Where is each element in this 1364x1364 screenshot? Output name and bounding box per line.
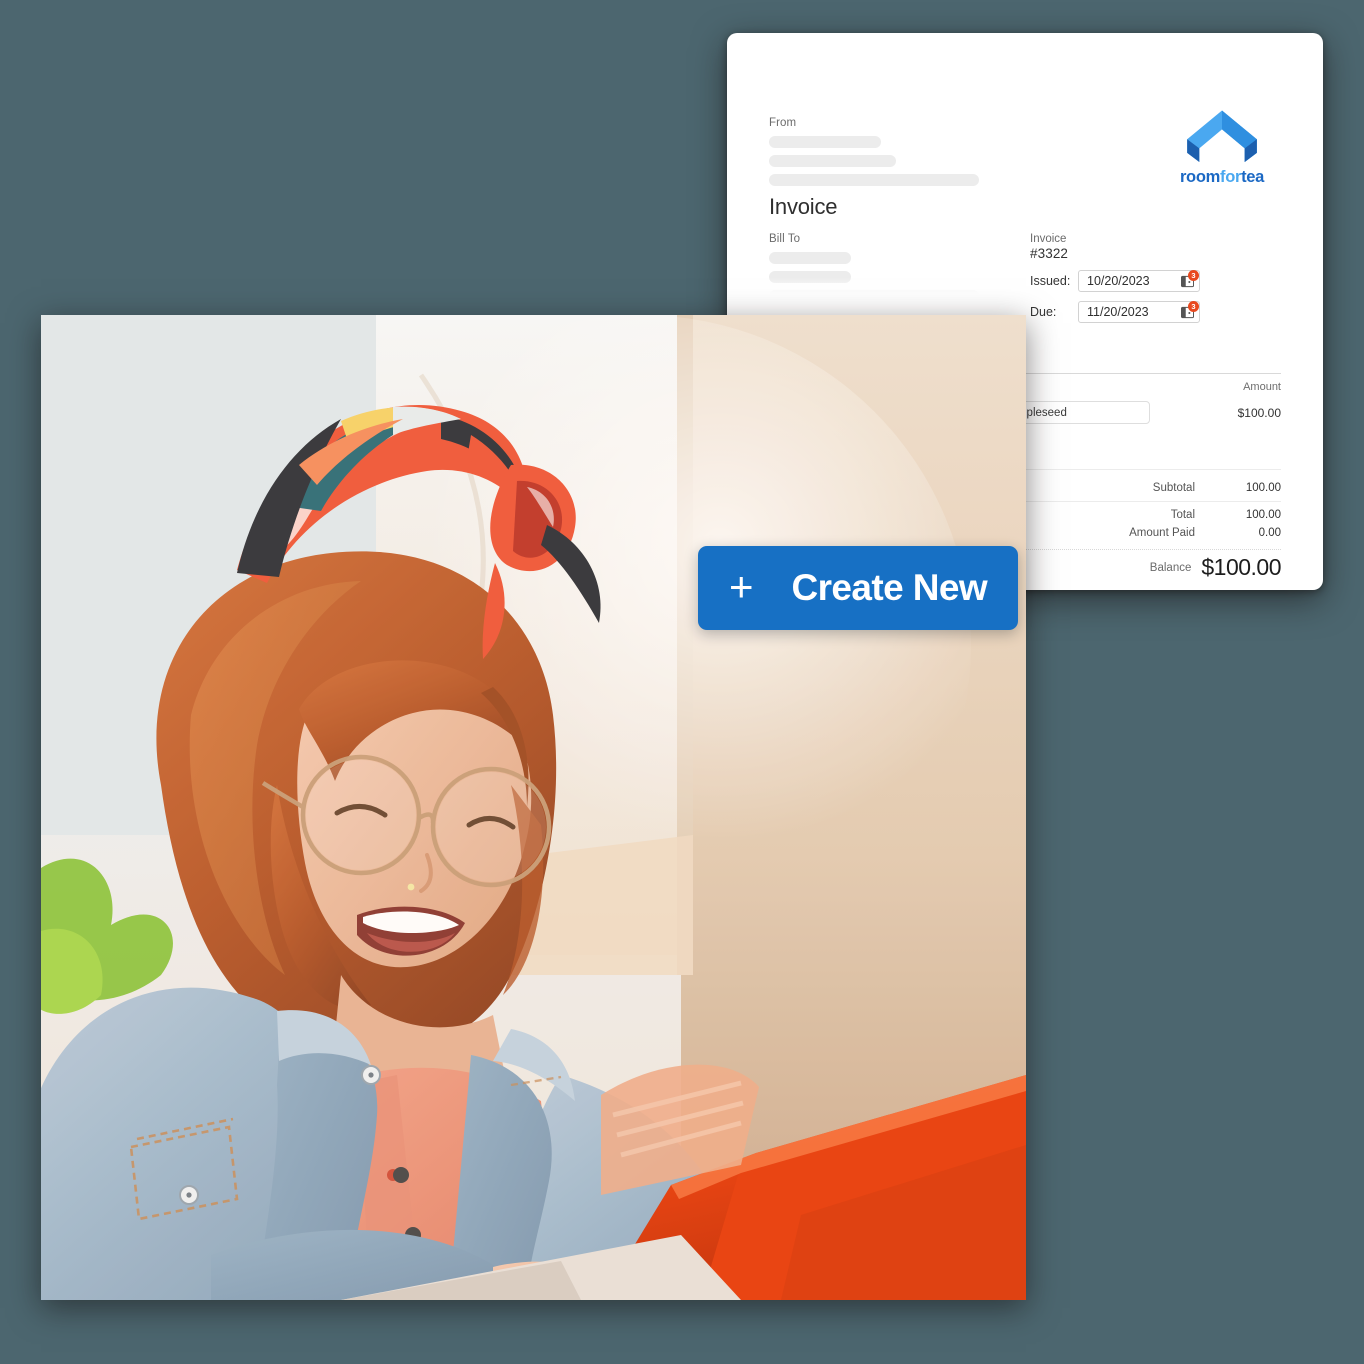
column-header-amount: Amount — [1243, 381, 1281, 393]
totals-block: Subtotal 100.00 Total 100.00 Amount Paid… — [1023, 479, 1281, 581]
balance-divider — [1023, 549, 1281, 550]
issued-date-input[interactable]: 10/20/2023 3 — [1078, 270, 1200, 292]
amount-paid-value: 0.00 — [1258, 527, 1281, 539]
balance-row: Balance $100.00 — [1023, 554, 1282, 581]
total-label: Total — [1170, 509, 1195, 521]
line-item-amount: $100.00 — [1237, 405, 1281, 420]
amount-paid-row: Amount Paid 0.00 — [1023, 524, 1281, 542]
invoice-meta: Invoice #3322 Issued: 10/20/2023 3 Due: … — [1030, 233, 1280, 323]
from-placeholder-line — [769, 174, 979, 186]
from-block: From — [769, 117, 979, 186]
brand-word-room: room — [1179, 168, 1220, 186]
due-date-input[interactable]: 11/20/2023 3 — [1078, 301, 1200, 323]
brand-word-tea: tea — [1241, 168, 1265, 186]
issued-date-row: Issued: 10/20/2023 3 — [1030, 270, 1280, 292]
subtotal-row: Subtotal 100.00 — [1023, 479, 1281, 497]
hero-photo — [41, 315, 1026, 1300]
due-label: Due: — [1030, 305, 1057, 319]
brand-logo: roomfortea — [1163, 109, 1281, 186]
total-value: 100.00 — [1245, 509, 1281, 521]
due-date-value: 11/20/2023 — [1087, 305, 1149, 319]
hero-photo-illustration — [41, 315, 1026, 1300]
bill-to-placeholder-line — [769, 252, 851, 264]
total-row: Total 100.00 — [1023, 506, 1281, 524]
invoice-number-value: #3322 — [1030, 246, 1069, 261]
brand-word-for: for — [1220, 168, 1242, 186]
subtotal-label: Subtotal — [1152, 482, 1195, 494]
subtotal-value: 100.00 — [1245, 482, 1281, 494]
from-placeholder-line — [769, 155, 896, 167]
from-placeholder-line — [769, 136, 881, 148]
invoice-number-label: Invoice — [1030, 233, 1067, 245]
balance-label: Balance — [1149, 561, 1192, 574]
roof-arrow-logo-icon — [1187, 110, 1257, 162]
from-label: From — [769, 117, 797, 129]
due-badge: 3 — [1188, 301, 1199, 312]
issued-label: Issued: — [1030, 274, 1071, 288]
due-date-row: Due: 11/20/2023 3 — [1030, 301, 1280, 323]
create-new-button[interactable]: + Create New — [698, 546, 1018, 630]
bill-to-label: Bill To — [769, 233, 801, 245]
plus-icon: + — [728, 562, 754, 610]
balance-value: $100.00 — [1201, 554, 1281, 580]
brand-wordmark: roomfortea — [1163, 169, 1281, 186]
create-new-label: Create New — [791, 567, 988, 608]
amount-paid-label: Amount Paid — [1129, 527, 1195, 539]
hero-stage: From roomfortea Invoice Bill To Invoice … — [0, 0, 1364, 1364]
issued-badge: 3 — [1188, 270, 1199, 281]
totals-divider — [1023, 501, 1281, 502]
page-title: Invoice — [769, 194, 838, 219]
bill-to-fade-overlay — [769, 277, 979, 299]
issued-date-value: 10/20/2023 — [1087, 274, 1150, 288]
